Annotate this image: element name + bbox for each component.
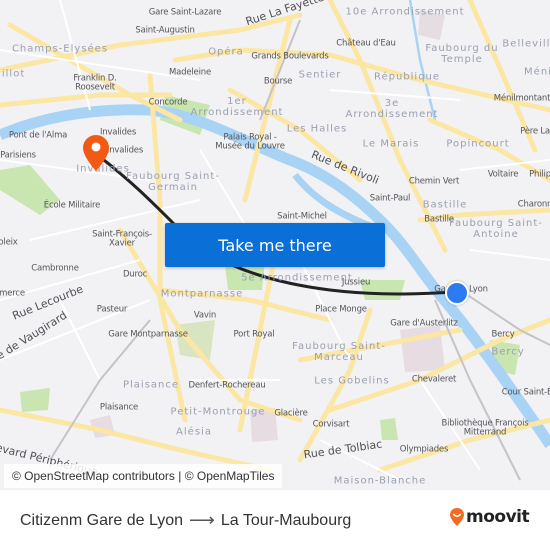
map-view[interactable]: Gare Saint-Lazare Rue La Fayette 10e Arr…	[0, 0, 550, 490]
park-south	[20, 388, 50, 412]
footer-bar: Citizenm Gare de Lyon ⟶ La Tour-Maubourg…	[0, 490, 550, 550]
park-jardin	[360, 280, 405, 300]
park-olympiades	[380, 418, 398, 440]
moovit-logo-text: moovit	[466, 507, 530, 527]
block-hospital	[418, 10, 445, 40]
moovit-pin-icon	[450, 508, 464, 526]
moovit-logo[interactable]: moovit	[449, 507, 530, 527]
origin-name: Citizenm Gare de Lyon	[20, 511, 184, 529]
take-me-there-button[interactable]: Take me there	[165, 223, 385, 267]
park-luxembourg	[175, 320, 215, 360]
origin-dot-icon[interactable]	[445, 281, 469, 305]
map-attribution[interactable]: © OpenStreetMap contributors | © OpenMap…	[4, 464, 283, 488]
destination-name: La Tour-Maubourg	[220, 511, 352, 529]
route-title: Citizenm Gare de Lyon ⟶ La Tour-Maubourg	[20, 510, 351, 531]
arrow-right-icon: ⟶	[189, 510, 215, 530]
park-champ-de-mars	[0, 165, 60, 215]
map-pin-icon[interactable]	[82, 134, 110, 172]
